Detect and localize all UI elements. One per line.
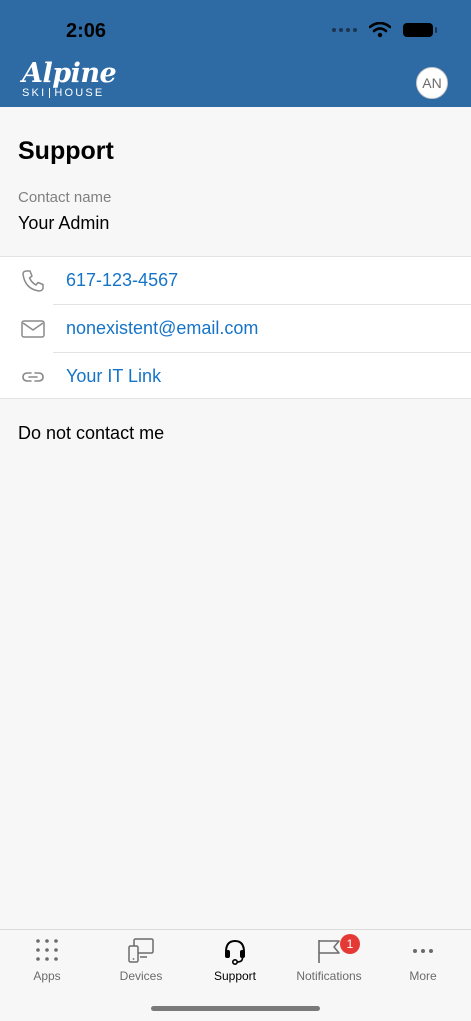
alpine-ski-house-logo: Alpine SKI HOUSE [22,58,117,99]
it-link-row[interactable]: Your IT Link [0,353,471,400]
tab-more-label: More [409,969,437,983]
email-link[interactable]: nonexistent@email.com [66,318,258,339]
avatar[interactable]: AN [416,67,448,99]
tab-apps[interactable]: Apps [0,930,94,990]
headset-icon [225,939,245,965]
tab-devices-label: Devices [119,969,163,983]
tab-devices[interactable]: Devices [94,930,188,990]
tab-more[interactable]: More [376,930,470,990]
email-row[interactable]: nonexistent@email.com [0,305,471,352]
wifi-icon [369,22,391,38]
mail-icon [21,320,45,338]
apps-grid-icon [36,939,58,961]
do-not-contact-text: Do not contact me [18,423,165,443]
status-icons [332,22,437,38]
phone-link[interactable]: 617-123-4567 [66,270,178,291]
home-indicator[interactable] [151,1006,320,1011]
tab-apps-label: Apps [33,969,61,983]
status-time: 2:06 [66,20,107,42]
devices-icon [128,938,154,963]
more-dots-icon [413,949,433,953]
page-title: Support [18,137,114,165]
phone-row[interactable]: 617-123-4567 [0,257,471,304]
contact-methods-list: 617-123-4567 nonexistent@email.com Your … [0,256,471,399]
tab-support[interactable]: Support [188,930,282,990]
app-header: 2:06 Alpine SKI HOUSE AN [0,0,471,107]
tab-notifications-label: Notifications [296,969,362,983]
link-icon [22,372,44,382]
phone-icon [22,270,44,292]
it-link[interactable]: Your IT Link [66,366,161,387]
cellular-signal-icon [332,28,357,32]
contact-name-value: Your Admin [18,213,110,233]
tab-notifications[interactable]: Notifications [282,930,376,990]
notification-badge: 1 [340,934,360,954]
battery-icon [403,23,437,37]
contact-name-label: Contact name [18,189,112,206]
tab-support-label: Support [213,969,257,983]
